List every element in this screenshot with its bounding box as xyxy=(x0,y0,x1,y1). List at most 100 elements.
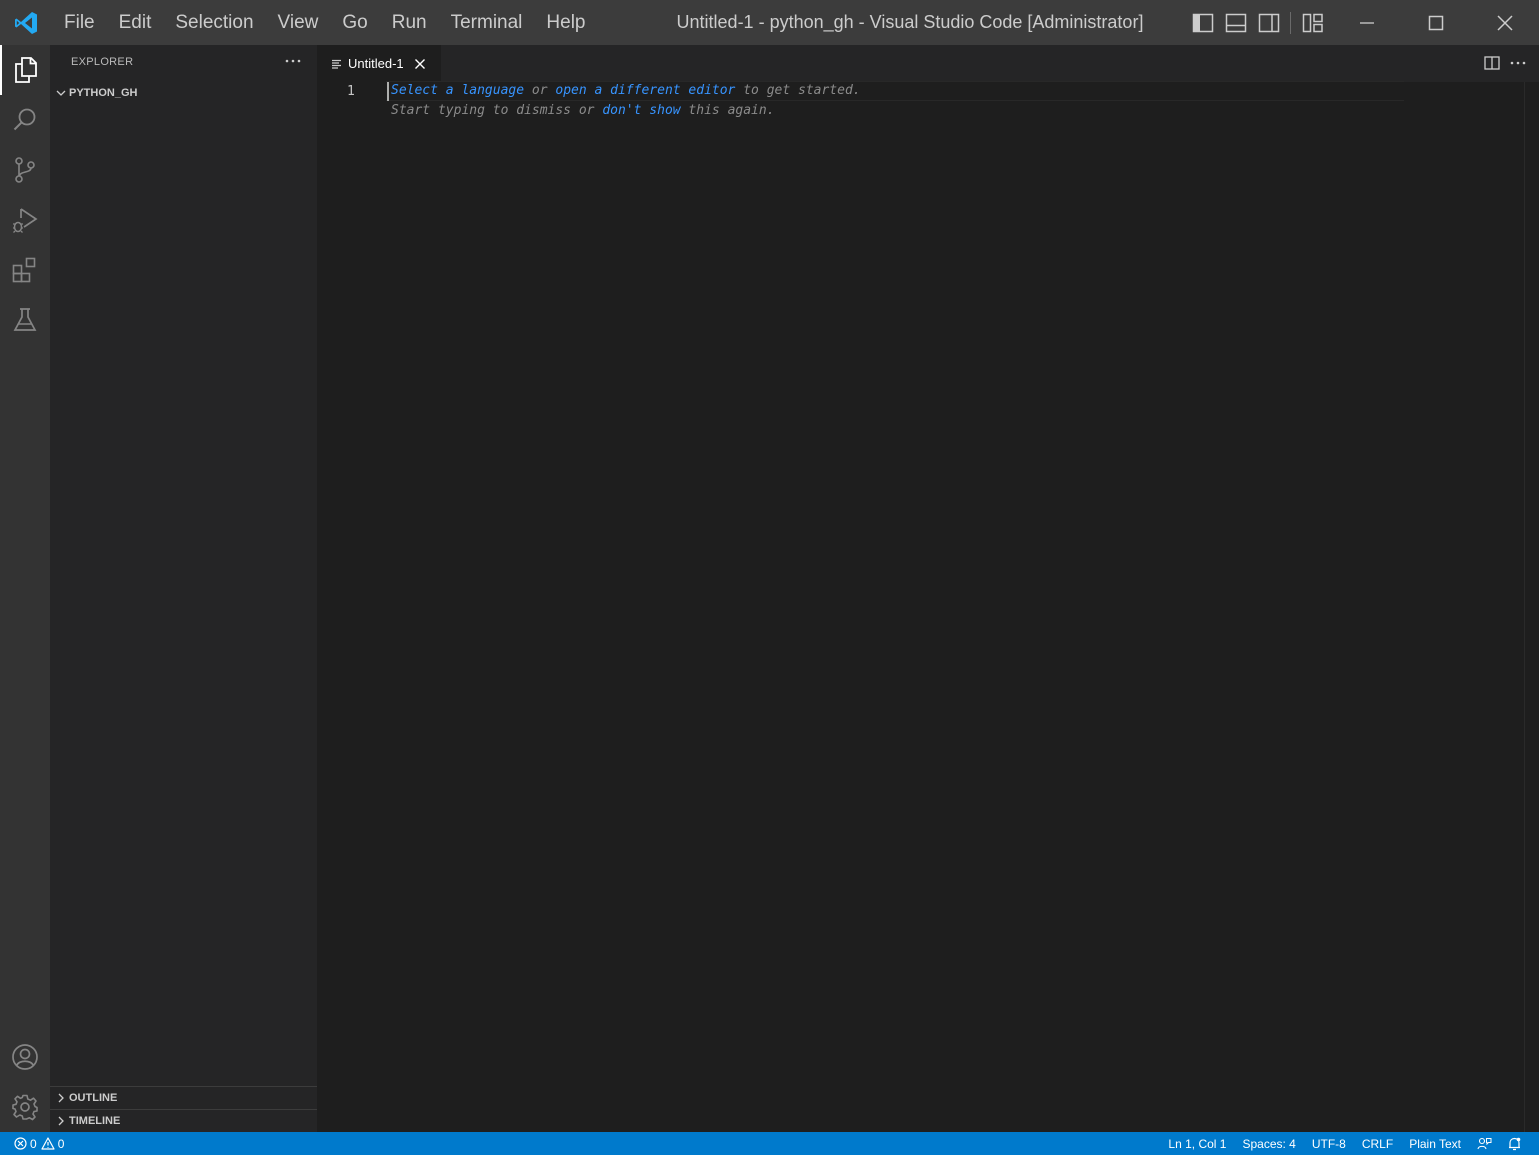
more-icon xyxy=(1510,61,1526,65)
sidebar-title: EXPLORER xyxy=(71,56,134,68)
activity-explorer[interactable] xyxy=(0,45,50,95)
status-left: 0 0 xyxy=(14,1132,76,1155)
bell-icon xyxy=(1509,1137,1521,1150)
activity-extensions[interactable] xyxy=(0,245,50,295)
testing-icon xyxy=(13,308,37,331)
split-editor-icon xyxy=(1484,56,1500,70)
window-title: Untitled-1 - python_gh - Visual Studio C… xyxy=(676,12,1144,32)
dont-show-link[interactable]: don't show xyxy=(602,103,680,118)
activity-testing[interactable] xyxy=(0,295,50,345)
layout-separator xyxy=(1290,11,1291,34)
chevron-down-icon xyxy=(56,90,66,96)
hint-text: or xyxy=(524,83,556,98)
tab-bar: Untitled-1 xyxy=(317,45,1539,82)
maximize-icon xyxy=(1428,15,1443,30)
menu-bar: File Edit Selection View Go Run Terminal… xyxy=(52,0,598,45)
maximize-button[interactable] xyxy=(1401,0,1470,45)
chevron-right-icon xyxy=(58,1116,64,1125)
window-controls xyxy=(1332,0,1539,45)
hint-text: to get started. xyxy=(735,83,861,98)
timeline-section[interactable]: TIMELINE xyxy=(50,1109,317,1131)
text-lines-icon xyxy=(332,59,341,69)
files-icon xyxy=(15,57,37,83)
sidebar-right-icon xyxy=(1258,13,1279,32)
problems-status[interactable]: 0 0 xyxy=(14,1132,76,1155)
activity-search[interactable] xyxy=(0,95,50,145)
close-icon xyxy=(414,58,425,69)
notifications-button[interactable] xyxy=(1500,1132,1529,1155)
chevron-right-icon xyxy=(58,1093,64,1102)
search-icon xyxy=(13,108,36,131)
activity-accounts[interactable] xyxy=(0,1032,50,1082)
menu-go[interactable]: Go xyxy=(330,0,379,45)
activity-manage[interactable] xyxy=(0,1082,50,1132)
settings-gear-icon xyxy=(12,1094,38,1121)
tab-label: Untitled-1 xyxy=(348,56,404,71)
toggle-panel-button[interactable] xyxy=(1219,0,1252,45)
end-of-line-status[interactable]: CRLF xyxy=(1354,1132,1401,1155)
status-bar: 0 0 Ln 1, Col 1 Spaces: 4 UTF-8 CRLF Pla… xyxy=(0,1132,1539,1155)
outline-label: OUTLINE xyxy=(69,1091,118,1104)
source-control-icon xyxy=(15,157,35,183)
open-different-editor-link[interactable]: open a different editor xyxy=(555,83,735,98)
menu-run[interactable]: Run xyxy=(380,0,439,45)
account-icon xyxy=(12,1044,38,1070)
toggle-primary-sidebar-button[interactable] xyxy=(1186,0,1219,45)
hint-text: Start typing to dismiss or xyxy=(391,103,603,118)
editor-area: Untitled-1 1 Select a language or open a… xyxy=(317,45,1539,1132)
vscode-logo-icon xyxy=(0,0,52,45)
untitled-hint-line-2: Start typing to dismiss or don't show th… xyxy=(391,101,775,121)
error-icon xyxy=(14,1137,27,1150)
feedback-icon xyxy=(1477,1137,1492,1149)
activity-source-control[interactable] xyxy=(0,145,50,195)
activity-run-debug[interactable] xyxy=(0,195,50,245)
customize-layout-button[interactable] xyxy=(1296,0,1329,45)
line-number: 1 xyxy=(347,84,355,99)
sidebar-left-icon xyxy=(1192,13,1213,32)
folder-python-gh[interactable]: PYTHON_GH xyxy=(50,82,317,104)
folder-label: PYTHON_GH xyxy=(69,87,138,99)
status-right: Ln 1, Col 1 Spaces: 4 UTF-8 CRLF Plain T… xyxy=(1160,1132,1529,1155)
warning-icon xyxy=(41,1137,55,1150)
explorer-sidebar: EXPLORER PYTHON_GH OUTLINE TIMELINE xyxy=(50,45,317,1132)
menu-edit[interactable]: Edit xyxy=(107,0,164,45)
warning-count: 0 xyxy=(57,1136,65,1151)
cursor-position-status[interactable]: Ln 1, Col 1 xyxy=(1160,1132,1234,1155)
language-mode-status[interactable]: Plain Text xyxy=(1401,1132,1469,1155)
editor-actions xyxy=(1479,52,1531,74)
activity-bar xyxy=(0,45,50,1132)
menu-terminal[interactable]: Terminal xyxy=(439,0,535,45)
minimap-divider xyxy=(1524,82,1525,1132)
close-icon xyxy=(1496,14,1513,31)
menu-help[interactable]: Help xyxy=(534,0,597,45)
split-editor-button[interactable] xyxy=(1479,52,1505,74)
toggle-secondary-sidebar-button[interactable] xyxy=(1252,0,1285,45)
feedback-button[interactable] xyxy=(1469,1132,1500,1155)
timeline-label: TIMELINE xyxy=(69,1114,121,1127)
editor-more-actions-button[interactable] xyxy=(1505,52,1531,74)
untitled-hint-line-1: Select a language or open a different ed… xyxy=(391,81,861,101)
panel-bottom-icon xyxy=(1225,13,1246,32)
error-count: 0 xyxy=(30,1136,37,1151)
layout-controls xyxy=(1186,0,1329,45)
tab-close-button[interactable] xyxy=(412,56,428,72)
hint-text: this again. xyxy=(680,103,775,118)
close-window-button[interactable] xyxy=(1470,0,1539,45)
menu-file[interactable]: File xyxy=(52,0,107,45)
tab-untitled-1[interactable]: Untitled-1 xyxy=(317,45,441,82)
more-icon xyxy=(285,59,301,63)
text-cursor xyxy=(387,82,389,101)
title-bar: File Edit Selection View Go Run Terminal… xyxy=(0,0,1539,45)
encoding-status[interactable]: UTF-8 xyxy=(1304,1132,1354,1155)
extensions-icon xyxy=(12,257,36,283)
customize-layout-icon xyxy=(1302,13,1323,32)
indentation-status[interactable]: Spaces: 4 xyxy=(1234,1132,1303,1155)
menu-selection[interactable]: Selection xyxy=(163,0,265,45)
outline-section[interactable]: OUTLINE xyxy=(50,1086,317,1108)
menu-view[interactable]: View xyxy=(266,0,331,45)
explorer-more-actions-button[interactable] xyxy=(283,51,303,71)
minimize-icon xyxy=(1359,21,1374,24)
select-language-link[interactable]: Select a language xyxy=(391,83,524,98)
minimize-button[interactable] xyxy=(1332,0,1401,45)
run-debug-icon xyxy=(13,208,38,233)
